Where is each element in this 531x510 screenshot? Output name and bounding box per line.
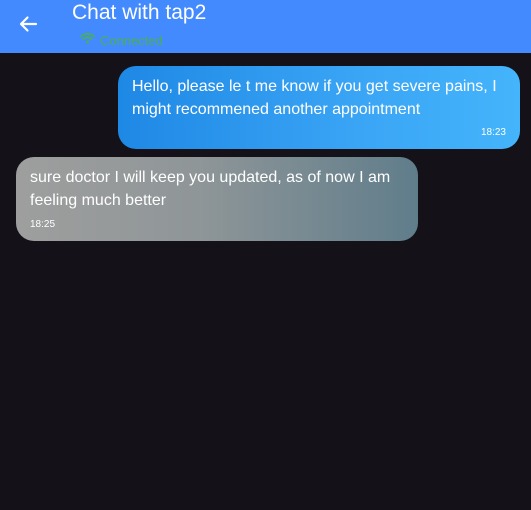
message-bubble-received[interactable]: sure doctor I will keep you updated, as … [16,157,418,241]
message-bubble-sent[interactable]: Hello, please le t me know if you get se… [118,66,520,149]
back-button[interactable] [14,12,42,40]
message-time: 18:25 [30,219,56,230]
message-text: sure doctor I will keep you updated, as … [30,169,391,209]
message-time: 18:23 [480,127,506,138]
message-text: Hello, please le t me know if you get se… [132,78,497,118]
chat-title: Chat with tap2 [72,1,207,24]
wifi-icon [80,31,95,49]
app-bar: Chat with tap2 Connected [0,0,531,53]
status-text: Connected [100,32,163,48]
connection-status: Connected [80,31,163,49]
message-list[interactable]: Hello, please le t me know if you get se… [0,53,531,510]
arrow-back-icon [18,14,38,39]
chat-screen: Chat with tap2 Connected Hello, please l… [0,0,531,510]
